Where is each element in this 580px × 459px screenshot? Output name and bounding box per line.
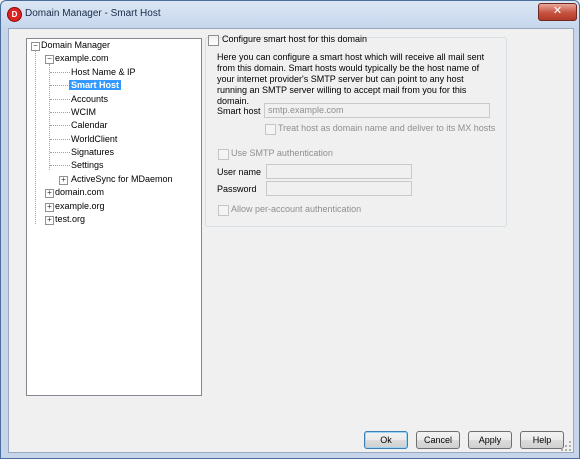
per-account-auth-label: Allow per-account authentication	[231, 204, 362, 214]
tree-item-label: Smart Host	[67, 79, 123, 91]
per-account-auth-checkbox[interactable]	[218, 205, 229, 216]
resize-grip-icon[interactable]	[561, 441, 571, 451]
tree-item-label: test.org	[55, 214, 86, 224]
tree-item-label: example.org	[55, 201, 105, 211]
configure-smart-host-checkbox[interactable]	[208, 35, 219, 46]
treat-host-label: Treat host as domain name and deliver to…	[278, 123, 496, 133]
use-smtp-auth-label: Use SMTP authentication	[231, 148, 333, 158]
tree-line	[50, 165, 70, 166]
tree-item-calendar[interactable]: Calendar	[71, 119, 108, 132]
expand-domain-com-icon[interactable]: +	[45, 189, 54, 198]
tree-line	[50, 125, 70, 126]
window-title: Domain Manager - Smart Host	[25, 8, 161, 19]
tree-item-settings[interactable]: Settings	[71, 159, 104, 172]
treat-host-checkbox[interactable]	[265, 124, 276, 135]
tree-item-label: Host Name & IP	[71, 67, 136, 77]
tree-item-signatures[interactable]: Signatures	[71, 146, 114, 159]
tree-line	[35, 50, 36, 224]
expand-test-org-icon[interactable]: +	[45, 216, 54, 225]
mdaemon-logo-icon: D	[7, 7, 22, 22]
dialog-window: D Domain Manager - Smart Host ✕ − Domain…	[0, 0, 580, 459]
tree-item-label: domain.com	[55, 187, 105, 197]
close-button[interactable]: ✕	[538, 3, 577, 21]
tree-item-label: ActiveSync for MDaemon	[71, 174, 173, 184]
expand-activesync-icon[interactable]: +	[59, 176, 68, 185]
smart-host-description: Here you can configure a smart host whic…	[217, 52, 485, 106]
cancel-button[interactable]: Cancel	[416, 431, 460, 449]
tree-line	[49, 64, 50, 170]
tree-item-smart-host[interactable]: Smart Host	[67, 79, 123, 92]
username-input[interactable]	[266, 164, 412, 179]
tree-line	[50, 85, 70, 86]
tree-item-accounts[interactable]: Accounts	[71, 93, 108, 106]
tree-item-example-com[interactable]: example.com	[55, 52, 109, 65]
close-icon: ✕	[552, 5, 563, 17]
apply-button[interactable]: Apply	[468, 431, 512, 449]
ok-button[interactable]: Ok	[364, 431, 408, 449]
tree-line	[50, 72, 70, 73]
username-label: User name	[217, 167, 262, 177]
tree-item-label: WCIM	[71, 107, 96, 117]
tree-item-domain-com[interactable]: domain.com	[55, 186, 104, 199]
tree-line	[50, 112, 70, 113]
tree-item-label: Accounts	[71, 94, 109, 104]
tree-item-label: WorldClient	[71, 134, 118, 144]
smart-host-label: Smart host	[217, 106, 261, 116]
tree-item-activesync[interactable]: ActiveSync for MDaemon	[71, 173, 173, 186]
dialog-client-area: − Domain Manager − example.com Host Name…	[8, 28, 574, 453]
tree-line	[50, 99, 70, 100]
tree-item-example-org[interactable]: example.org	[55, 200, 105, 213]
tree-item-domain-manager[interactable]: Domain Manager	[41, 39, 110, 52]
help-button[interactable]: Help	[520, 431, 564, 449]
tree-item-worldclient[interactable]: WorldClient	[71, 133, 117, 146]
password-input[interactable]	[266, 181, 412, 196]
collapse-example-com-icon[interactable]: −	[45, 55, 54, 64]
tree-item-label: Signatures	[71, 147, 115, 157]
use-smtp-auth-checkbox[interactable]	[218, 149, 229, 160]
collapse-root-icon[interactable]: −	[31, 42, 40, 51]
password-label: Password	[217, 184, 257, 194]
tree-item-label: Domain Manager	[41, 40, 111, 50]
configure-smart-host-label[interactable]: Configure smart host for this domain	[222, 34, 367, 44]
smart-host-input[interactable]: smtp.example.com	[264, 103, 490, 118]
tree-item-wcim[interactable]: WCIM	[71, 106, 96, 119]
tree-line	[50, 152, 70, 153]
expand-example-org-icon[interactable]: +	[45, 203, 54, 212]
tree-item-label: Settings	[71, 160, 104, 170]
tree-item-host-name-ip[interactable]: Host Name & IP	[71, 66, 136, 79]
domain-tree[interactable]: − Domain Manager − example.com Host Name…	[26, 38, 202, 396]
tree-item-label: Calendar	[71, 120, 108, 130]
tree-line	[50, 139, 70, 140]
tree-item-test-org[interactable]: test.org	[55, 213, 85, 226]
tree-item-label: example.com	[55, 53, 109, 63]
title-bar[interactable]: D Domain Manager - Smart Host ✕	[1, 1, 579, 27]
